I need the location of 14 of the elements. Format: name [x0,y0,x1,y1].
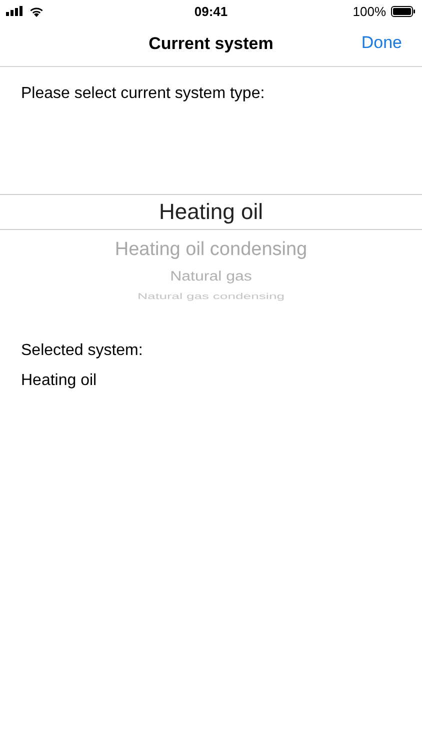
nav-title: Current system [148,34,274,54]
signal-icon [6,6,24,16]
picker-option[interactable]: Natural gas [0,268,422,286]
battery-icon [391,6,416,16]
picker-option[interactable]: Heating oil [0,194,422,230]
wifi-icon [29,6,44,16]
selected-system-value: Heating oil [21,372,98,390]
picker-option[interactable]: Heating oil condensing [0,234,422,266]
battery-percent: 100% [352,4,386,18]
clock-time: 09:41 [194,4,228,18]
done-button[interactable]: Done [361,33,402,53]
prompt-text: Please select current system type: [21,85,266,103]
selected-system-label: Selected system: [21,342,144,360]
picker-option[interactable]: Natural gas condensing [0,291,422,301]
